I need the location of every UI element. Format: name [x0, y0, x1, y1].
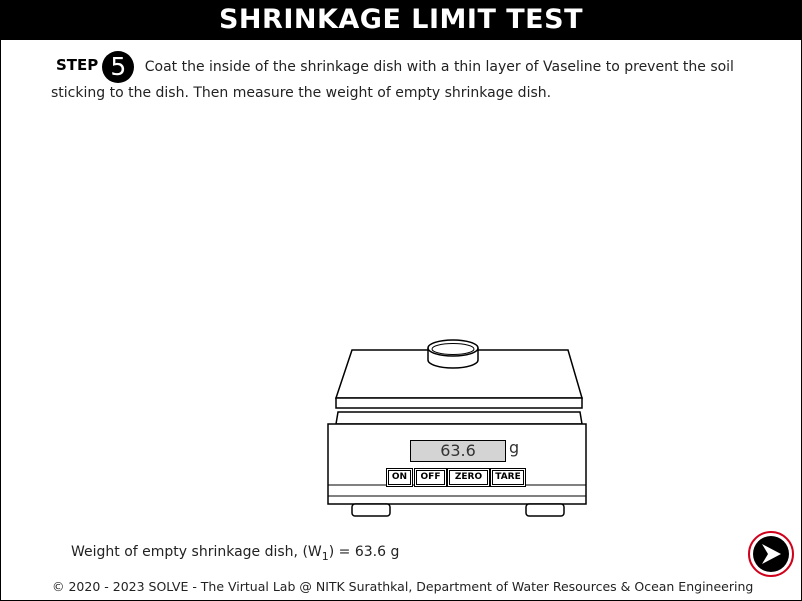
- scale-off-button[interactable]: OFF: [416, 470, 445, 485]
- shrinkage-dish: [427, 339, 479, 369]
- step-text-line2: sticking to the dish. Then measure the w…: [51, 85, 552, 101]
- footer-copyright: © 2020 - 2023 SOLVE - The Virtual Lab @ …: [52, 579, 754, 594]
- result-subscript: 1: [321, 549, 329, 563]
- result-prefix: Weight of empty shrinkage dish, (W: [71, 544, 322, 560]
- arrow-right-icon: [748, 531, 794, 577]
- step-instructions: STEP 5 Coat the inside of the shrinkage d…: [51, 51, 761, 104]
- result-text: Weight of empty shrinkage dish, (W1) = 6…: [71, 544, 399, 563]
- scale-tare-button[interactable]: TARE: [492, 470, 524, 485]
- step-label: STEP: [56, 56, 99, 74]
- page-title: SHRINKAGE LIMIT TEST: [0, 0, 802, 40]
- scale-on-button[interactable]: ON: [388, 470, 411, 485]
- result-suffix: ) = 63.6 g: [328, 544, 400, 560]
- weighing-scale: 63.6 g ON OFF ZERO TARE: [320, 330, 600, 540]
- scale-display: 63.6: [410, 440, 506, 462]
- weighing-scale-drawing: [327, 339, 587, 517]
- scale-unit: g: [509, 438, 520, 457]
- scale-zero-button[interactable]: ZERO: [449, 470, 488, 485]
- step-number-badge: 5: [102, 51, 135, 83]
- next-button[interactable]: [748, 531, 794, 577]
- step-text-line1: Coat the inside of the shrinkage dish wi…: [144, 59, 734, 75]
